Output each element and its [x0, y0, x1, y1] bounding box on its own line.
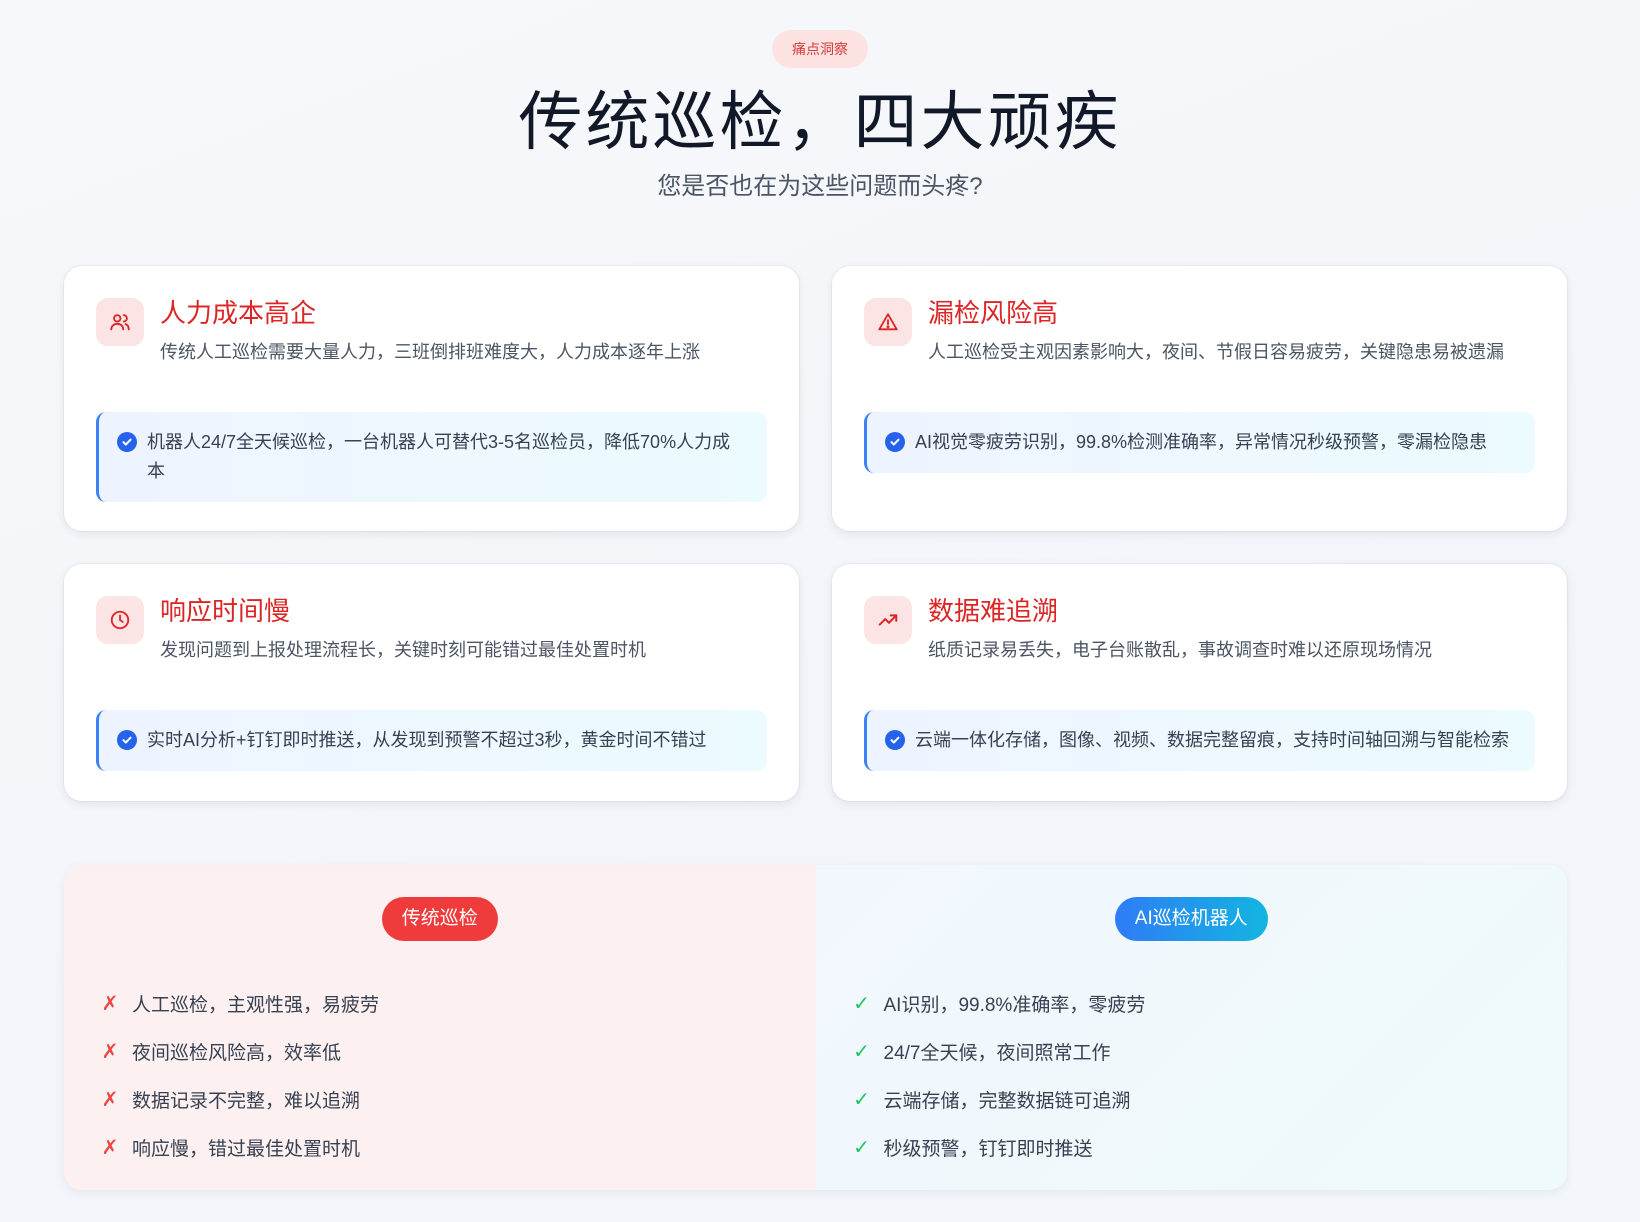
ai-robot-column: AI巡检机器人 ✓ AI识别，99.8%准确率，零疲劳 ✓ 24/7全天候，夜间…	[815, 865, 1568, 1190]
solution-text: AI视觉零疲劳识别，99.8%检测准确率，异常情况秒级预警，零漏检隐患	[915, 432, 1488, 452]
list-item: ✓ AI识别，99.8%准确率，零疲劳	[848, 979, 1568, 1027]
pain-card-missed-inspection: 漏检风险高 人工巡检受主观因素影响大，夜间、节假日容易疲劳，关键隐患易被遗漏 A…	[832, 266, 1567, 531]
list-item: ✗ 响应慢，错过最佳处置时机	[96, 1123, 816, 1171]
pain-card-labor-cost: 人力成本高企 传统人工巡检需要大量人力，三班倒排班难度大，人力成本逐年上涨 机器…	[64, 266, 799, 531]
traditional-list: ✗ 人工巡检，主观性强，易疲劳 ✗ 夜间巡检风险高，效率低 ✗ 数据记录不完整，…	[64, 979, 816, 1171]
solution-text: 机器人24/7全天候巡检，一台机器人可替代3-5名巡检员，降低70%人力成本	[147, 432, 731, 481]
page-subtitle: 您是否也在为这些问题而头疼?	[657, 173, 983, 200]
card-description: 传统人工巡检需要大量人力，三班倒排班难度大，人力成本逐年上涨	[160, 342, 700, 362]
card-description: 人工巡检受主观因素影响大，夜间、节假日容易疲劳，关键隐患易被遗漏	[928, 342, 1504, 362]
list-item: ✗ 人工巡检，主观性强，易疲劳	[96, 979, 816, 1027]
clock-icon	[96, 596, 144, 644]
solution-text: 云端一体化存储，图像、视频、数据完整留痕，支持时间轴回溯与智能检索	[915, 730, 1509, 750]
check-circle-icon	[117, 432, 137, 452]
card-title: 漏检风险高	[928, 298, 1059, 328]
card-title: 响应时间慢	[160, 596, 291, 626]
list-item-text: 秒级预警，钉钉即时推送	[883, 1138, 1093, 1160]
checkmark-icon: ✓	[853, 1136, 870, 1159]
page-title: 传统巡检，四大顽疾	[518, 86, 1122, 158]
list-item: ✗ 夜间巡检风险高，效率低	[96, 1027, 816, 1075]
pain-card-data-traceability: 数据难追溯 纸质记录易丢失，电子台账散乱，事故调查时难以还原现场情况 云端一体化…	[832, 564, 1567, 801]
ai-robot-list: ✓ AI识别，99.8%准确率，零疲劳 ✓ 24/7全天候，夜间照常工作 ✓ 云…	[816, 979, 1568, 1171]
checkmark-icon: ✓	[853, 1040, 870, 1063]
card-description: 纸质记录易丢失，电子台账散乱，事故调查时难以还原现场情况	[928, 640, 1432, 660]
solution-box: 云端一体化存储，图像、视频、数据完整留痕，支持时间轴回溯与智能检索	[864, 710, 1535, 771]
list-item: ✓ 云端存储，完整数据链可追溯	[848, 1075, 1568, 1123]
list-item-text: 夜间巡检风险高，效率低	[132, 1042, 342, 1064]
list-item: ✓ 24/7全天候，夜间照常工作	[848, 1027, 1568, 1075]
cross-icon: ✗	[101, 1040, 119, 1063]
list-item-text: 人工巡检，主观性强，易疲劳	[132, 994, 380, 1016]
list-item-text: 24/7全天候，夜间照常工作	[883, 1042, 1111, 1064]
check-circle-icon	[885, 432, 905, 452]
users-icon	[96, 298, 144, 346]
warning-icon	[864, 298, 912, 346]
list-item: ✗ 数据记录不完整，难以追溯	[96, 1075, 816, 1123]
cross-icon: ✗	[101, 1088, 119, 1111]
checkmark-icon: ✓	[853, 1088, 870, 1111]
section-header: 痛点洞察 传统巡检，四大顽疾 您是否也在为这些问题而头疼?	[0, 0, 1640, 204]
cross-icon: ✗	[101, 1136, 119, 1159]
comparison-panel: 传统巡检 ✗ 人工巡检，主观性强，易疲劳 ✗ 夜间巡检风险高，效率低 ✗ 数据记…	[64, 865, 1567, 1190]
solution-box: AI视觉零疲劳识别，99.8%检测准确率，异常情况秒级预警，零漏检隐患	[864, 412, 1535, 473]
solution-text: 实时AI分析+钉钉即时推送，从发现到预警不超过3秒，黄金时间不错过	[147, 730, 707, 750]
list-item-text: AI识别，99.8%准确率，零疲劳	[883, 994, 1146, 1016]
solution-box: 机器人24/7全天候巡检，一台机器人可替代3-5名巡检员，降低70%人力成本	[96, 412, 767, 502]
list-item: ✓ 秒级预警，钉钉即时推送	[848, 1123, 1568, 1171]
list-item-text: 响应慢，错过最佳处置时机	[132, 1138, 361, 1160]
ai-robot-label: AI巡检机器人	[1114, 897, 1268, 941]
trending-icon	[864, 596, 912, 644]
traditional-column: 传统巡检 ✗ 人工巡检，主观性强，易疲劳 ✗ 夜间巡检风险高，效率低 ✗ 数据记…	[64, 865, 816, 1190]
list-item-text: 数据记录不完整，难以追溯	[132, 1090, 361, 1112]
solution-box: 实时AI分析+钉钉即时推送，从发现到预警不超过3秒，黄金时间不错过	[96, 710, 767, 771]
page: 痛点洞察 传统巡检，四大顽疾 您是否也在为这些问题而头疼? 人力成本高企 传统人…	[0, 0, 1640, 1222]
pain-card-slow-response: 响应时间慢 发现问题到上报处理流程长，关键时刻可能错过最佳处置时机 实时AI分析…	[64, 564, 799, 801]
card-title: 数据难追溯	[928, 596, 1059, 626]
cross-icon: ✗	[101, 992, 119, 1015]
card-title: 人力成本高企	[160, 298, 317, 328]
card-description: 发现问题到上报处理流程长，关键时刻可能错过最佳处置时机	[160, 640, 646, 660]
check-circle-icon	[117, 730, 137, 750]
pain-points-grid: 人力成本高企 传统人工巡检需要大量人力，三班倒排班难度大，人力成本逐年上涨 机器…	[64, 266, 1567, 801]
list-item-text: 云端存储，完整数据链可追溯	[883, 1090, 1131, 1112]
traditional-label: 传统巡检	[381, 897, 498, 941]
check-circle-icon	[885, 730, 905, 750]
section-badge: 痛点洞察	[772, 30, 868, 68]
checkmark-icon: ✓	[853, 992, 870, 1015]
